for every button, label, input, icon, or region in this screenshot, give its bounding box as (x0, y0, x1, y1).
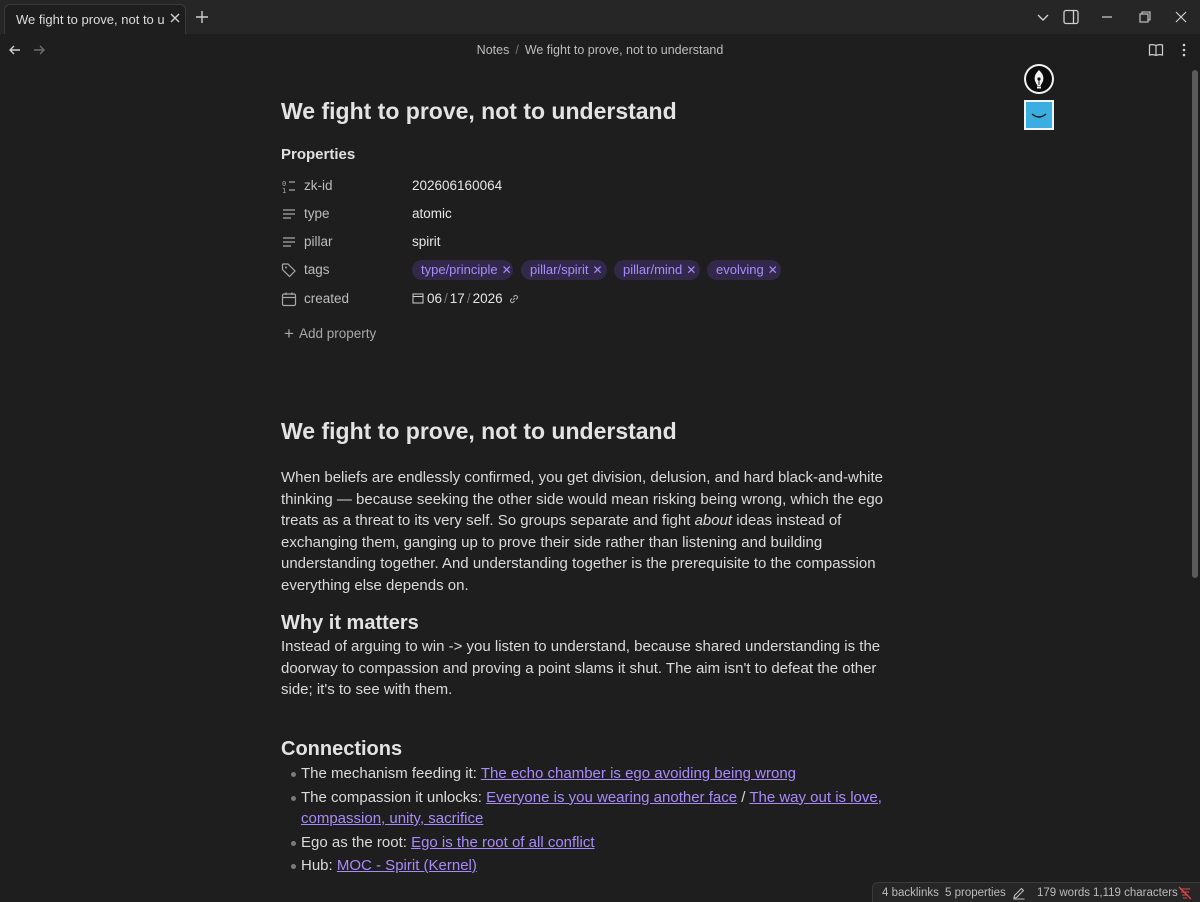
date-day: 17 (449, 291, 465, 306)
chevron-down-icon[interactable] (1034, 8, 1052, 26)
property-value[interactable]: 202606160064 (412, 178, 502, 193)
status-character-count: 1,119 characters (1093, 887, 1178, 899)
remove-tag-icon[interactable]: ✕ (502, 263, 512, 277)
internal-link[interactable]: MOC - Spirit (Kernel) (337, 857, 477, 874)
why-paragraph: Instead of arguing to win -> you listen … (281, 638, 881, 698)
breadcrumb-separator: / (515, 43, 519, 57)
tag-pill[interactable]: type/principle ✕ (412, 260, 513, 280)
status-word-count: 179 words (1037, 887, 1091, 899)
property-tags: tags type/principle ✕ pillar/spirit ✕ pill… (281, 259, 901, 283)
pencil-icon[interactable] (1012, 886, 1026, 900)
date-picker-icon[interactable] (412, 292, 424, 304)
minimize-icon[interactable] (1098, 8, 1116, 26)
tag-label: evolving (716, 262, 764, 277)
title-bar: We fight to prove, not to u... (0, 0, 1200, 34)
internal-link[interactable]: The echo chamber is ego avoiding being w… (481, 765, 796, 782)
calendar-icon[interactable] (281, 291, 297, 307)
property-value[interactable]: atomic (412, 206, 452, 221)
remove-tag-icon[interactable]: ✕ (768, 263, 778, 277)
status-properties[interactable]: 5 properties (945, 887, 1006, 899)
plus-icon: + (284, 324, 294, 343)
more-options-icon[interactable] (1176, 42, 1192, 58)
connections-list: The mechanism feeding it: The echo chamb… (281, 763, 901, 879)
close-window-icon[interactable] (1172, 8, 1190, 26)
fountain-pen-icon[interactable] (1024, 64, 1054, 94)
connection-prefix: Hub: (301, 857, 337, 874)
tag-label: pillar/spirit (530, 262, 589, 277)
property-zk-id: 0 1 zk-id 202606160064 (281, 175, 901, 199)
reading-view-icon[interactable] (1148, 42, 1164, 58)
status-backlinks[interactable]: 4 backlinks (882, 887, 939, 899)
date-separator: / (466, 291, 471, 306)
tab-active-note[interactable]: We fight to prove, not to u... (4, 4, 186, 34)
breadcrumb-current[interactable]: We fight to prove, not to understand (525, 43, 724, 57)
note-content: We fight to prove, not to understand (281, 96, 901, 126)
tag-label: pillar/mind (623, 262, 683, 277)
number-list-icon[interactable]: 0 1 (281, 178, 297, 194)
tag-label: type/principle (421, 262, 498, 277)
list-item: The mechanism feeding it: The echo chamb… (281, 763, 901, 785)
text-lines-icon[interactable] (281, 234, 297, 250)
connection-prefix: The mechanism feeding it: (301, 765, 481, 782)
heading-connections: Connections (281, 738, 403, 760)
internal-link[interactable]: Everyone is you wearing another face (486, 789, 737, 806)
tab-title: We fight to prove, not to u... (16, 12, 164, 27)
connection-prefix: The compassion it unlocks: (301, 788, 487, 806)
inline-title[interactable]: We fight to prove, not to understand (281, 96, 901, 126)
date-separator: / (444, 291, 448, 306)
heading-why-it-matters: Why it matters (281, 612, 419, 634)
connection-separator: / (737, 788, 750, 806)
add-property-label: Add property (298, 326, 377, 341)
link-icon[interactable] (507, 292, 521, 306)
property-value[interactable]: spirit (412, 234, 441, 249)
remove-tag-icon[interactable]: ✕ (593, 263, 603, 277)
nav-bar: Notes / We fight to prove, not to understa… (0, 34, 1200, 66)
property-key[interactable]: tags (304, 262, 330, 277)
close-icon[interactable] (167, 10, 183, 26)
property-key[interactable]: zk-id (304, 178, 333, 193)
smile-avatar-icon[interactable] (1024, 100, 1054, 130)
property-key[interactable]: created (304, 291, 349, 306)
property-pillar: pillar spirit (281, 231, 901, 255)
breadcrumb-folder[interactable]: Notes (477, 43, 510, 57)
properties-heading[interactable]: Properties (281, 146, 355, 163)
scrollbar[interactable] (1192, 70, 1198, 578)
date-input[interactable]: 06/17/2026 (427, 291, 503, 306)
tag-pill[interactable]: pillar/spirit ✕ (521, 260, 607, 280)
status-bar: 4 backlinks 5 properties 179 words 1,119… (872, 882, 1200, 902)
internal-link[interactable]: Ego is the root of all conflict (411, 834, 594, 851)
tag-pill[interactable]: evolving ✕ (707, 260, 781, 280)
intro-paragraph: When beliefs are endlessly confirmed, yo… (281, 467, 901, 596)
new-tab-plus-icon[interactable] (193, 8, 211, 26)
date-month: 06 (427, 291, 443, 306)
note-heading-1: We fight to prove, not to understand (281, 418, 677, 444)
add-property-button[interactable]: + Add property (284, 323, 376, 343)
remove-tag-icon[interactable]: ✕ (686, 263, 696, 277)
property-key[interactable]: type (304, 206, 330, 221)
breadcrumb: Notes / We fight to prove, not to understa… (0, 43, 1200, 57)
tag-icon[interactable] (281, 262, 297, 278)
sidebar-toggle-icon[interactable] (1062, 8, 1080, 26)
sync-off-icon[interactable] (1178, 886, 1192, 900)
list-item: Ego as the root: Ego is the root of all … (281, 832, 901, 854)
property-type: type atomic (281, 203, 901, 227)
list-item: The compassion it unlocks: Everyone is y… (281, 787, 901, 830)
tag-pill[interactable]: pillar/mind ✕ (614, 260, 700, 280)
connection-prefix: Ego as the root: (301, 833, 412, 851)
text-lines-icon[interactable] (281, 206, 297, 222)
restore-icon[interactable] (1136, 8, 1154, 26)
intro-emphasis: about (694, 512, 733, 529)
property-key[interactable]: pillar (304, 234, 333, 249)
property-created: created 06/17/2026 (281, 288, 901, 312)
svg-text:1: 1 (282, 187, 286, 194)
date-year: 2026 (472, 291, 503, 306)
list-item: Hub: MOC - Spirit (Kernel) (281, 855, 901, 877)
